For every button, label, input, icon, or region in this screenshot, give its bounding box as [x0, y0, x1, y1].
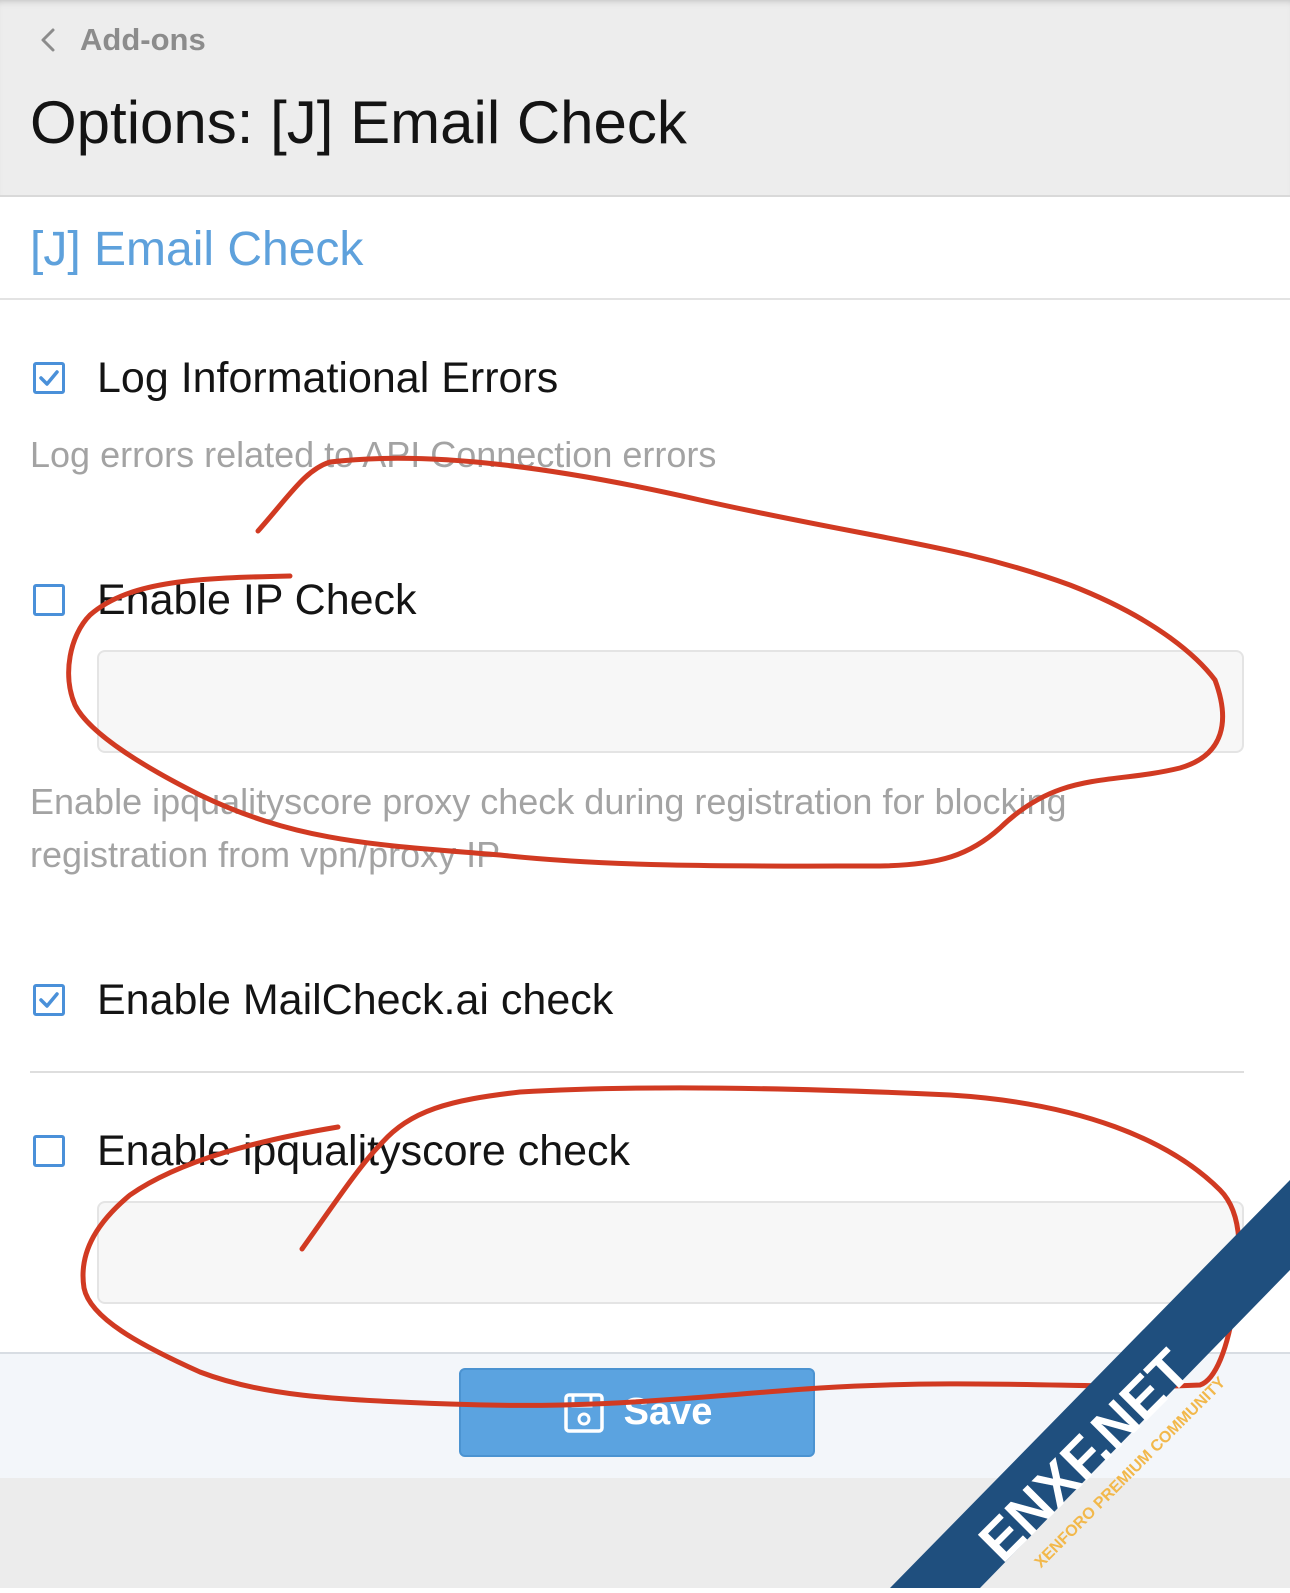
save-icon — [563, 1392, 604, 1433]
row-divider — [30, 1071, 1244, 1073]
section-divider — [0, 298, 1290, 300]
breadcrumb[interactable]: Add-ons — [38, 22, 206, 58]
mailcheck-checkbox[interactable] — [33, 984, 65, 1016]
log-errors-hint: Log errors related to API Connection err… — [30, 434, 717, 475]
breadcrumb-link[interactable]: Add-ons — [80, 22, 206, 58]
log-errors-checkbox[interactable] — [33, 362, 65, 394]
mailcheck-label[interactable]: Enable MailCheck.ai check — [97, 976, 613, 1025]
page-header: Add-ons Options: [J] Email Check — [0, 0, 1290, 197]
chevron-left-icon — [41, 28, 55, 52]
ipqualityscore-label[interactable]: Enable ipqualityscore check — [97, 1127, 630, 1176]
ip-check-api-key-input[interactable] — [97, 650, 1244, 753]
save-button[interactable]: Save — [459, 1368, 815, 1457]
save-label: Save — [623, 1391, 713, 1433]
section-title: [J] Email Check — [30, 223, 364, 276]
page-bottom — [0, 1478, 1290, 1588]
ipqualityscore-checkbox[interactable] — [33, 1135, 65, 1167]
page-title: Options: [J] Email Check — [30, 89, 687, 156]
log-errors-label[interactable]: Log Informational Errors — [97, 354, 558, 403]
ip-check-label[interactable]: Enable IP Check — [97, 576, 417, 625]
ip-check-checkbox[interactable] — [33, 584, 65, 616]
checkmark-icon — [39, 370, 59, 386]
checkmark-icon — [39, 992, 59, 1008]
ipqualityscore-api-key-input[interactable] — [97, 1201, 1244, 1304]
ip-check-hint: Enable ipqualityscore proxy check during… — [30, 781, 1067, 875]
